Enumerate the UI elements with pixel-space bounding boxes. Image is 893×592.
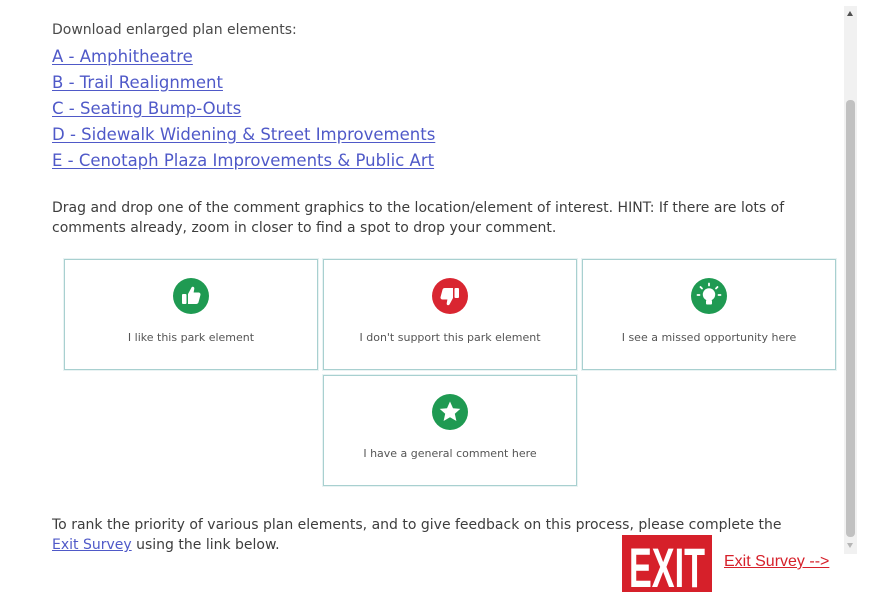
thumbs-down-icon	[432, 278, 468, 314]
plan-link-item: E - Cenotaph Plaza Improvements & Public…	[52, 149, 435, 175]
plan-link-trail-realignment[interactable]: B - Trail Realignment	[52, 73, 223, 92]
like-comment-card[interactable]: I like this park element	[64, 259, 318, 370]
scrollbar-thumb[interactable]	[846, 100, 855, 537]
exit-survey-inline-link[interactable]: Exit Survey	[52, 537, 132, 553]
exit-survey-link[interactable]: Exit Survey -->	[724, 553, 829, 571]
rank-text-before: To rank the priority of various plan ele…	[52, 517, 782, 533]
general-comment-card[interactable]: I have a general comment here	[323, 375, 577, 486]
general-comment-label: I have a general comment here	[363, 447, 537, 460]
exit-sign-graphic: EXIT	[629, 536, 705, 592]
scroll-down-arrow-icon[interactable]	[847, 543, 853, 548]
lightbulb-icon	[691, 278, 727, 314]
scroll-up-arrow-icon[interactable]	[847, 11, 853, 16]
exit-sign-text: EXIT	[629, 536, 705, 592]
plan-link-item: C - Seating Bump-Outs	[52, 97, 435, 123]
dislike-comment-label: I don't support this park element	[359, 331, 541, 344]
plan-link-item: A - Amphitheatre	[52, 45, 435, 71]
drag-drop-instructions: Drag and drop one of the comment graphic…	[52, 200, 785, 236]
plan-link-item: D - Sidewalk Widening & Street Improveme…	[52, 123, 435, 149]
plan-link-item: B - Trail Realignment	[52, 71, 435, 97]
like-comment-label: I like this park element	[127, 331, 255, 344]
plan-link-cenotaph-plaza[interactable]: E - Cenotaph Plaza Improvements & Public…	[52, 151, 434, 170]
plan-link-amphitheatre[interactable]: A - Amphitheatre	[52, 47, 193, 66]
plan-link-sidewalk-widening[interactable]: D - Sidewalk Widening & Street Improveme…	[52, 125, 435, 144]
survey-panel: Download enlarged plan elements: A - Amp…	[0, 0, 893, 592]
download-heading: Download enlarged plan elements:	[52, 22, 297, 38]
plan-element-links: A - Amphitheatre B - Trail Realignment C…	[52, 45, 435, 175]
dislike-comment-card[interactable]: I don't support this park element	[323, 259, 577, 370]
exit-sign-logo[interactable]: EXIT	[622, 535, 712, 592]
missed-opportunity-card[interactable]: I see a missed opportunity here	[582, 259, 836, 370]
star-icon	[432, 394, 468, 430]
rank-text-after: using the link below.	[131, 537, 280, 553]
missed-opportunity-label: I see a missed opportunity here	[621, 331, 797, 344]
comment-graphics-grid: I like this park element I don't support…	[64, 259, 836, 489]
plan-link-seating-bump-outs[interactable]: C - Seating Bump-Outs	[52, 99, 241, 118]
thumbs-up-icon	[173, 278, 209, 314]
